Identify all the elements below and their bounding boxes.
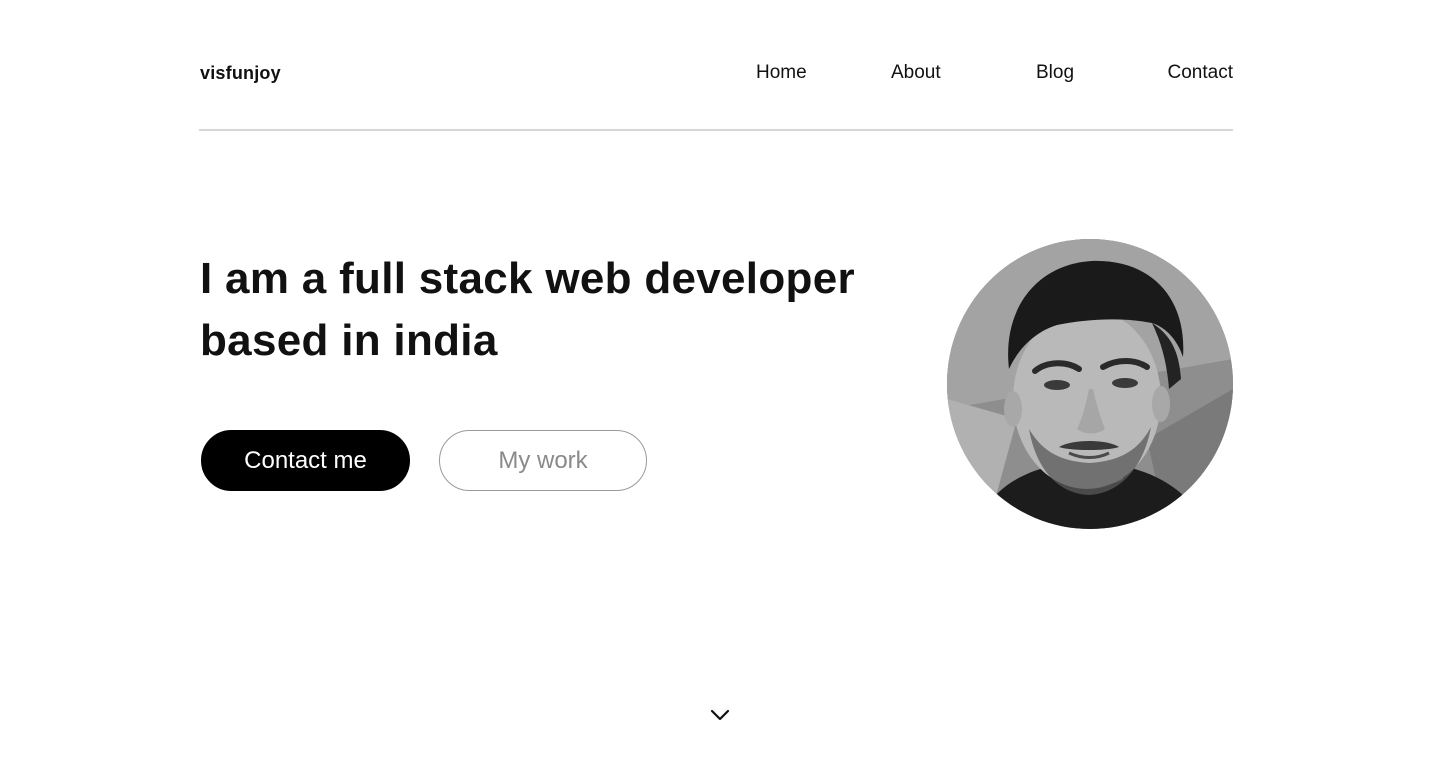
nav-link-contact[interactable]: Contact [1168,61,1233,85]
nav-link-about[interactable]: About [891,61,941,85]
nav-link-home[interactable]: Home [756,61,807,85]
my-work-button[interactable]: My work [439,430,647,491]
nav-link-blog[interactable]: Blog [1036,61,1074,85]
profile-photo [947,239,1233,529]
contact-me-button[interactable]: Contact me [201,430,410,491]
site-logo[interactable]: visfunjoy [200,62,281,84]
hero-title: I am a full stack web developer based in… [200,254,855,365]
page: visfunjoy Home About Blog Contact I am a… [0,0,1440,768]
site-header: visfunjoy Home About Blog Contact [199,0,1233,131]
chevron-down-icon[interactable] [710,706,730,724]
